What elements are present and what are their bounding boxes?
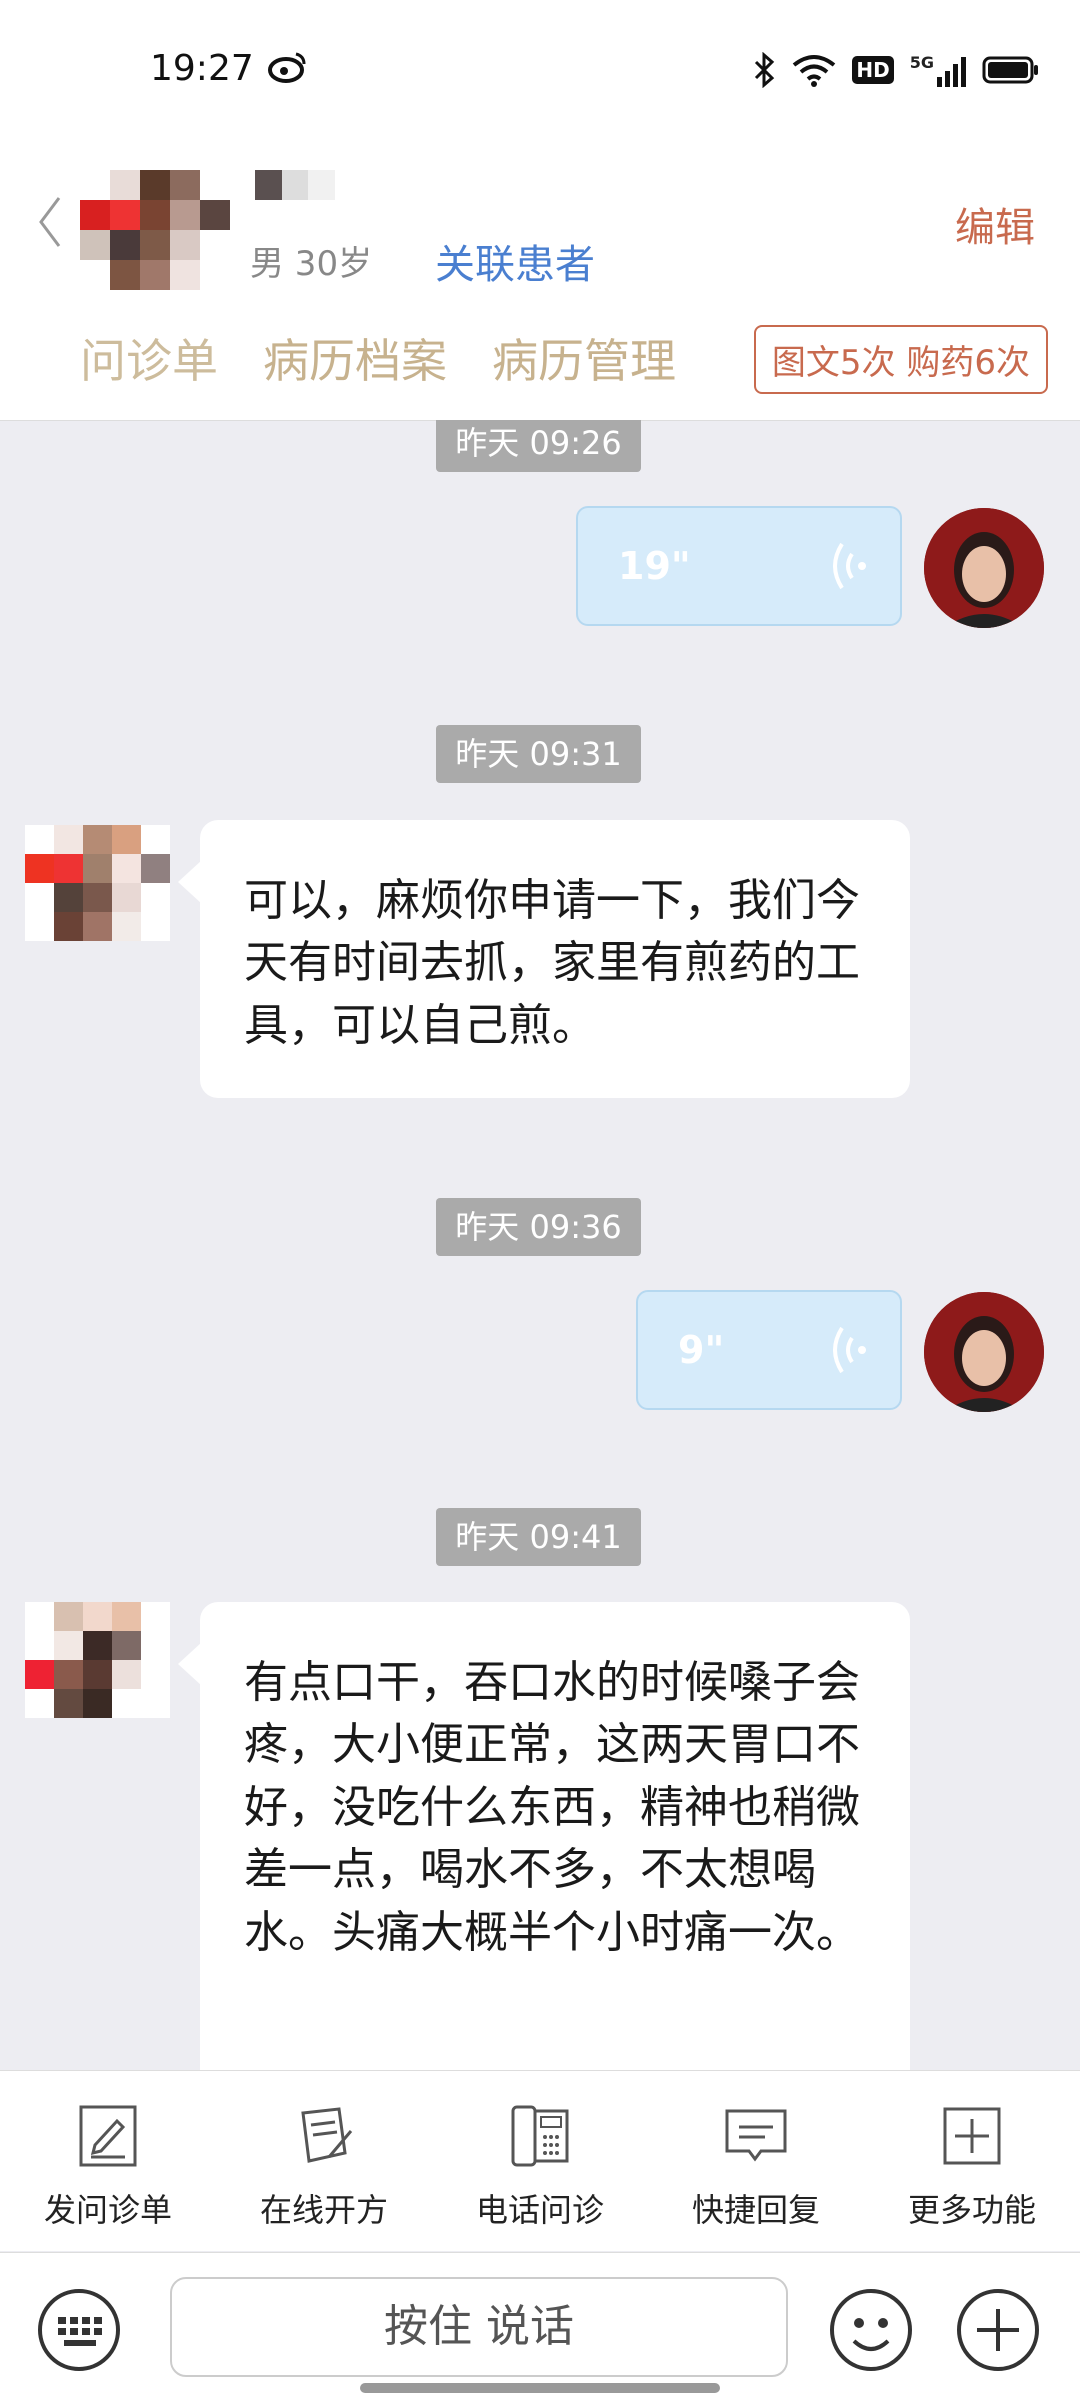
- text-message[interactable]: 可以，麻烦你申请一下，我们今天有时间去抓，家里有煎药的工具，可以自己煎。: [178, 820, 910, 1098]
- link-patient-button[interactable]: 关联患者: [435, 232, 595, 290]
- chat-area[interactable]: 昨天 09:26 19" 昨天 09:31 可以，麻烦你申请一下，我们今天有时间…: [0, 420, 1080, 2070]
- quick-reply-button[interactable]: 快捷回复: [648, 2071, 864, 2251]
- hd-badge: HD: [852, 56, 894, 84]
- tab-consultation-form[interactable]: 问诊单: [80, 325, 218, 391]
- prescription-icon: [301, 2107, 353, 2163]
- weibo-icon: [268, 52, 306, 83]
- patient-message-avatar[interactable]: [25, 825, 170, 941]
- voice-wave-icon: [833, 542, 866, 590]
- status-time: 19:27: [150, 48, 254, 89]
- function-bar: 发问诊单 在线开方 电话问诊 快捷回复 更多功能: [0, 2070, 1080, 2251]
- form-icon: [79, 2105, 137, 2167]
- signal-icon: 5G: [910, 53, 966, 87]
- timestamp: 昨天 09:36: [436, 1198, 641, 1256]
- patient-message-avatar[interactable]: [25, 1602, 170, 1718]
- emoji-icon[interactable]: [828, 2287, 914, 2373]
- bluetooth-icon: [755, 52, 775, 88]
- online-prescription-button[interactable]: 在线开方: [216, 2071, 432, 2251]
- timestamp: 昨天 09:26: [436, 420, 641, 472]
- doctor-photo: [924, 508, 1044, 628]
- voice-duration: 9": [678, 1328, 725, 1372]
- status-bar: 19:27 HD 5G: [0, 0, 1080, 140]
- wifi-icon: [793, 55, 836, 87]
- voice-message[interactable]: 19": [576, 506, 902, 626]
- doctor-photo: [924, 1292, 1044, 1412]
- keyboard-icon[interactable]: [36, 2287, 122, 2373]
- edit-button[interactable]: 编辑: [955, 195, 1035, 253]
- send-consultation-form-button[interactable]: 发问诊单: [0, 2071, 216, 2251]
- timestamp: 昨天 09:31: [436, 725, 641, 783]
- phone-icon: [511, 2105, 569, 2167]
- network-type: 5G: [909, 53, 934, 72]
- timestamp: 昨天 09:41: [436, 1508, 641, 1566]
- hold-to-talk-button[interactable]: 按住 说话: [170, 2277, 788, 2377]
- back-icon[interactable]: [35, 192, 65, 252]
- function-label: 在线开方: [259, 2191, 388, 2229]
- add-icon[interactable]: [955, 2287, 1041, 2373]
- more-functions-button[interactable]: 更多功能: [864, 2071, 1080, 2251]
- patient-gender-age: 男 30岁: [250, 244, 373, 284]
- function-label: 电话问诊: [475, 2191, 604, 2229]
- patient-header: 男 30岁 关联患者 编辑 问诊单 病历档案 病历管理 图文5次 购药6次: [0, 140, 1080, 421]
- input-bar: 按住 说话: [0, 2252, 1080, 2401]
- function-label: 发问诊单: [43, 2191, 172, 2229]
- home-indicator[interactable]: [360, 2383, 720, 2393]
- tab-medical-archive[interactable]: 病历档案: [263, 325, 447, 391]
- phone-consultation-button[interactable]: 电话问诊: [432, 2071, 648, 2251]
- chat-icon: [725, 2109, 787, 2162]
- function-label: 快捷回复: [691, 2191, 820, 2229]
- text-message[interactable]: 有点口干，吞口水的时候嗓子会疼，大小便正常，这两天胃口不好，没吃什么东西，精神也…: [178, 1602, 910, 2070]
- record-tabs: 问诊单 病历档案 病历管理: [80, 325, 676, 391]
- doctor-avatar[interactable]: [924, 508, 1044, 628]
- function-label: 更多功能: [907, 2191, 1036, 2229]
- plus-box-icon: [943, 2107, 1001, 2165]
- voice-message[interactable]: 9": [636, 1290, 902, 1410]
- voice-wave-icon: [833, 1326, 866, 1374]
- patient-avatar[interactable]: [80, 170, 230, 320]
- voice-duration: 19": [618, 544, 691, 588]
- doctor-avatar[interactable]: [924, 1292, 1044, 1412]
- patient-name-mosaic: [255, 170, 336, 200]
- battery-icon: [982, 56, 1038, 84]
- quota-badge[interactable]: 图文5次 购药6次: [753, 325, 1048, 394]
- status-icons: HD 5G: [752, 50, 1040, 90]
- tab-record-management[interactable]: 病历管理: [492, 325, 676, 391]
